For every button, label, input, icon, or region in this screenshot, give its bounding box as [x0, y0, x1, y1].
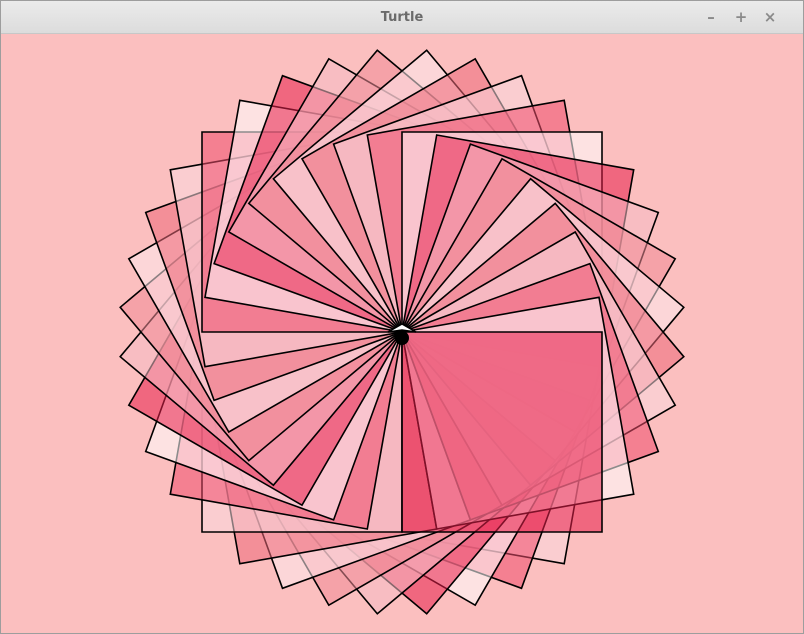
close-button[interactable]: ×: [759, 6, 781, 28]
center-hub: [395, 331, 409, 345]
turtle-canvas: [1, 34, 803, 633]
minimize-button[interactable]: –: [700, 6, 722, 28]
turtle-window: Turtle – + ×: [0, 0, 804, 634]
square-1: [401, 331, 603, 533]
maximize-button[interactable]: +: [730, 6, 752, 28]
spiral-squares-drawing: [1, 34, 803, 633]
title-bar[interactable]: Turtle – + ×: [1, 1, 803, 34]
window-title: Turtle: [380, 10, 424, 25]
